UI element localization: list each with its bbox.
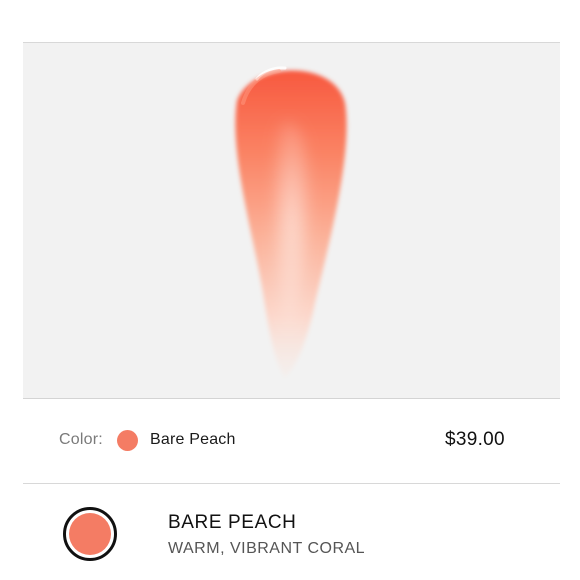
shade-swatch-selected[interactable] [63, 507, 117, 561]
shade-swatch-fill [69, 513, 111, 555]
shade-description: WARM, VIBRANT CORAL [168, 540, 366, 557]
selected-color-name: Bare Peach [150, 431, 236, 448]
shade-name: BARE PEACH [168, 512, 297, 533]
lip-gloss-swatch-icon [235, 66, 347, 378]
selected-color-row: Color: Bare Peach $39.00 [0, 399, 580, 483]
lip-gloss-swatch-image [23, 43, 560, 399]
product-shade-panel: Color: Bare Peach $39.00 BARE PEACH WARM… [0, 0, 580, 580]
selected-color-dot [117, 430, 138, 451]
color-label: Color: [59, 431, 103, 448]
product-price: $39.00 [445, 429, 505, 450]
shade-option-bare-peach[interactable]: BARE PEACH WARM, VIBRANT CORAL [0, 484, 580, 580]
